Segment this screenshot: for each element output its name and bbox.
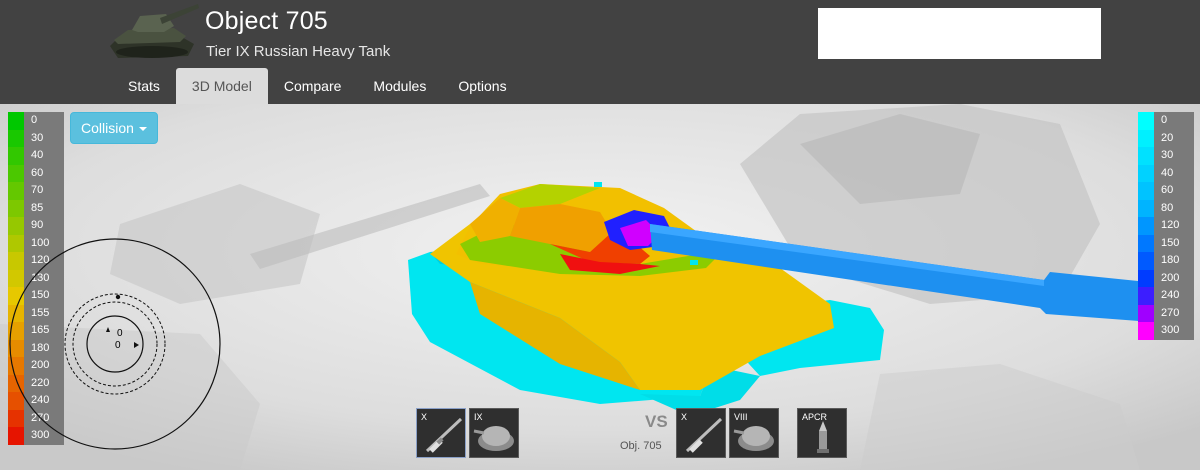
caret-down-icon [138,127,147,131]
armor-legend-value: 30 [31,131,44,144]
module-turret-slot[interactable]: IX [469,408,519,458]
penetration-legend-row: 80 [1138,199,1194,217]
penetration-legend-value: 80 [1161,201,1174,214]
color-swatch [1138,182,1154,200]
module-tier: VIII [734,412,748,422]
color-swatch [1138,147,1154,165]
right-arrow-icon [134,342,139,348]
armor-legend-row: 0 [8,112,64,130]
armor-legend-row: 90 [8,217,64,235]
penetration-legend-row: 270 [1138,304,1194,322]
penetration-legend-row: 40 [1138,164,1194,182]
tank-name: Object 705 [205,7,328,35]
vs-tank-name: Obj. 705 [620,440,662,452]
color-swatch [1138,252,1154,270]
penetration-legend-row: 20 [1138,129,1194,147]
vs-label: VS [645,412,668,431]
module-tier: X [681,412,688,422]
module-gun-slot[interactable]: X [416,408,466,458]
armor-legend-value: 40 [31,149,44,161]
armor-legend-value: 70 [31,184,44,196]
armor-legend-row: 40 [8,147,64,165]
tab-modules[interactable]: Modules [357,68,442,104]
penetration-legend-value: 180 [1161,254,1180,266]
compare-gun-slot[interactable]: X [676,408,726,458]
color-swatch [1138,304,1154,322]
tab-stats[interactable]: Stats [112,68,176,104]
tab-3d-model[interactable]: 3D Model [175,68,268,104]
penetration-legend-value: 40 [1161,166,1174,179]
view-compass[interactable] [0,234,230,470]
penetration-legend-value: 20 [1161,131,1174,144]
color-swatch [1138,287,1154,305]
tab-options[interactable]: Options [442,68,522,104]
color-swatch [8,147,24,165]
armor-legend-row: 85 [8,199,64,217]
penetration-legend-value: 300 [1161,324,1180,336]
penetration-legend-row: 200 [1138,269,1194,287]
color-swatch [1138,234,1154,252]
module-tier: X [421,412,428,422]
color-swatch [1138,164,1154,182]
color-swatch [1138,199,1154,217]
penetration-legend-value: 0 [1161,114,1168,126]
color-swatch [1138,129,1154,147]
color-swatch [8,129,24,147]
penetration-legend-row: 0 [1138,112,1194,130]
collision-dropdown-button[interactable]: Collision [70,112,158,144]
penetration-legend-value: 240 [1161,289,1180,301]
color-swatch [1138,217,1154,235]
module-tier: IX [474,412,483,422]
color-swatch [8,164,24,182]
penetration-legend-value: 270 [1161,306,1180,319]
tab-compare[interactable]: Compare [268,68,358,104]
color-swatch [1138,269,1154,287]
compass-angle-left: 0 [115,340,121,351]
color-swatch [1138,322,1154,340]
color-swatch [8,217,24,235]
penetration-color-legend: 0 20 30 40 60 80 120 150 180 200 240 270 300 [1138,112,1194,340]
penetration-legend-row: 150 [1138,234,1194,252]
model-viewer[interactable]: 0 30 40 60 70 85 90 100 120 130 150 155 165 180 200 220… [0,104,1200,470]
compare-turret-slot[interactable]: VIII [729,408,779,458]
armor-legend-row: 70 [8,182,64,200]
armor-legend-row: 60 [8,164,64,182]
compass-angle-top: 0 [117,328,123,339]
tab-bar: Stats 3D Model Compare Modules Options [112,68,523,104]
color-swatch [8,112,24,130]
collision-label: Collision [81,120,134,136]
blank-panel [818,8,1101,59]
armor-legend-value: 0 [31,114,38,126]
color-swatch [1138,112,1154,130]
penetration-legend-value: 30 [1161,149,1174,161]
armor-legend-value: 90 [31,219,44,231]
penetration-legend-value: 120 [1161,219,1180,231]
penetration-legend-row: 240 [1138,287,1194,305]
header-bar: Object 705 Tier IX Russian Heavy Tank St… [0,0,1200,104]
penetration-legend-row: 30 [1138,147,1194,165]
up-arrow-icon [106,327,110,332]
armor-legend-row: 30 [8,129,64,147]
compare-shell-slot[interactable]: APCR [797,408,847,458]
heavy-tank-icon [110,4,199,58]
armor-legend-value: 85 [31,201,44,214]
penetration-legend-row: 180 [1138,252,1194,270]
penetration-legend-value: 60 [1161,184,1174,196]
penetration-legend-row: 120 [1138,217,1194,235]
module-tier: APCR [802,412,828,422]
tank-subtitle: Tier IX Russian Heavy Tank [206,43,391,60]
penetration-legend-value: 200 [1161,271,1180,284]
penetration-legend-row: 60 [1138,182,1194,200]
color-swatch [8,199,24,217]
penetration-legend-value: 150 [1161,236,1180,249]
penetration-legend-row: 300 [1138,322,1194,340]
color-swatch [8,182,24,200]
armor-legend-value: 60 [31,166,44,179]
